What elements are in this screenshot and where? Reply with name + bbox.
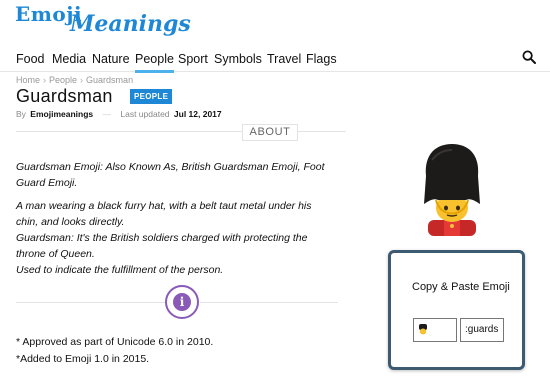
updated-prefix: Last updated xyxy=(120,109,170,119)
category-badge[interactable]: PEOPLE xyxy=(130,89,173,104)
unicode-notes: * Approved as part of Unicode 6.0 in 201… xyxy=(16,334,213,368)
breadcrumb-separator: › xyxy=(43,75,47,85)
nav-item-media[interactable]: Media xyxy=(52,52,86,66)
shortcode-copy-field[interactable]: :guards xyxy=(460,318,504,342)
note-line: * Approved as part of Unicode 6.0 in 201… xyxy=(16,336,214,348)
guardsman-emoji-icon xyxy=(424,144,480,236)
section-divider xyxy=(16,302,166,303)
emoji-copy-field[interactable] xyxy=(413,318,457,342)
byline-prefix: By xyxy=(16,109,26,119)
updated-date: Jul 12, 2017 xyxy=(173,109,222,119)
section-divider xyxy=(200,302,338,303)
note-line: *Added to Emoji 1.0 in 2015. xyxy=(16,353,150,365)
breadcrumb-current: Guardsman xyxy=(86,75,134,85)
search-icon[interactable] xyxy=(522,50,536,64)
nav-item-flags[interactable]: Flags xyxy=(306,52,337,66)
description-line: A man wearing a black furry hat, with a … xyxy=(16,200,312,228)
description-paragraph: A man wearing a black furry hat, with a … xyxy=(16,198,336,278)
aka-paragraph: Guardsman Emoji: Also Known As, British … xyxy=(16,161,325,189)
logo-word-meanings: Meanings xyxy=(70,11,191,37)
nav-item-people[interactable]: People xyxy=(135,52,174,73)
guardsman-mini-icon xyxy=(419,323,427,335)
description-line: Guardsman: It's the British soldiers cha… xyxy=(16,232,308,260)
nav-item-nature[interactable]: Nature xyxy=(92,52,130,66)
about-heading: ABOUT xyxy=(242,124,298,141)
nav-item-food[interactable]: Food xyxy=(16,52,45,66)
author-link[interactable]: Emojimeanings xyxy=(30,109,93,119)
main-nav: Food Media Nature People Sport Symbols T… xyxy=(0,44,550,73)
breadcrumb-section[interactable]: People xyxy=(49,75,77,85)
byline-divider: — xyxy=(102,109,112,119)
nav-item-symbols[interactable]: Symbols xyxy=(214,52,262,66)
info-glyph: i xyxy=(173,293,191,311)
copy-paste-title: Copy & Paste Emoji xyxy=(412,281,510,293)
nav-item-travel[interactable]: Travel xyxy=(267,52,301,66)
byline: By Emojimeanings — Last updated Jul 12, … xyxy=(16,109,222,119)
copy-paste-panel: Copy & Paste Emoji :guards xyxy=(388,250,525,370)
breadcrumb: Home › People › Guardsman xyxy=(16,75,133,85)
description-line: Used to indicate the fulfillment of the … xyxy=(16,264,224,276)
breadcrumb-separator: › xyxy=(80,75,84,85)
site-logo[interactable]: Emoji Meanings xyxy=(15,2,191,40)
nav-item-sport[interactable]: Sport xyxy=(178,52,208,66)
info-icon: i xyxy=(165,285,199,319)
page-title: Guardsman xyxy=(16,86,113,106)
breadcrumb-home[interactable]: Home xyxy=(16,75,40,85)
